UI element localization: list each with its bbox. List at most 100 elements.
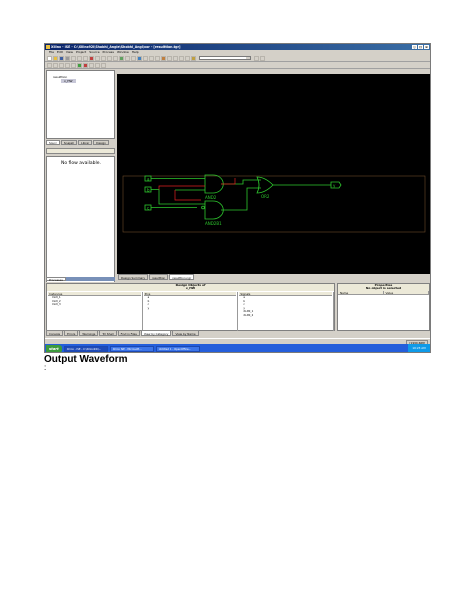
cut-icon[interactable] <box>71 55 76 61</box>
tab-resulttion[interactable]: resulttion <box>149 274 169 280</box>
back-icon[interactable] <box>47 62 52 68</box>
save-icon[interactable] <box>59 55 64 61</box>
symbol-icon[interactable] <box>155 55 160 61</box>
tab-resulttion-ngr[interactable]: resulttion.ngr <box>169 274 195 280</box>
tree-item-child[interactable]: x_HW <box>61 79 76 83</box>
tab-console[interactable]: Console <box>46 330 64 336</box>
caption-colon: : <box>44 363 47 372</box>
minimize-button[interactable]: _ <box>412 45 417 49</box>
status-bar: [1990,668] <box>45 338 430 346</box>
secondary-toolbar <box>45 62 430 69</box>
main-toolbar <box>45 55 430 62</box>
taskbar-item-openoffice[interactable]: Untitled 1 - OpenOffice... <box>155 345 200 352</box>
port-icon[interactable] <box>161 55 166 61</box>
gate-label-and2: AND2 <box>205 195 217 200</box>
schematic-canvas[interactable]: a b c y AND2 OR2 AND2B1 <box>117 74 430 274</box>
gate-label-or2: OR2 <box>261 194 270 199</box>
line-icon[interactable] <box>173 55 178 61</box>
design-objects-title: Design Objects of x_HW <box>47 283 334 291</box>
name-column-header: Name <box>338 291 384 295</box>
properties-panel: Properties No object is selected Name Va… <box>337 283 430 331</box>
start-button[interactable]: start <box>46 344 62 352</box>
stop-icon[interactable] <box>83 62 88 68</box>
window-title: Xilinx - ISE - C:\Xilinx92i\Shobhi_Angle… <box>51 45 181 49</box>
pause-icon[interactable] <box>95 62 100 68</box>
zoom-out-icon[interactable] <box>113 55 118 61</box>
bottom-panel: Design Objects of x_HW Instances XLXI_1 … <box>46 282 430 334</box>
tab-design-summary[interactable]: Design Summary <box>118 274 149 280</box>
text-icon[interactable] <box>167 55 172 61</box>
tab-design[interactable]: Design <box>93 140 109 145</box>
about-icon[interactable] <box>260 55 265 61</box>
copy-icon[interactable] <box>77 55 82 61</box>
tab-warnings[interactable]: Warnings <box>79 330 99 336</box>
schematic-diagram: a b c y AND2 OR2 AND2B1 <box>122 174 426 233</box>
redo-icon[interactable] <box>95 55 100 61</box>
or2-gate <box>256 176 274 194</box>
tab-snapshots[interactable]: Snapsh <box>60 140 78 145</box>
arc-icon[interactable] <box>185 55 190 61</box>
step-icon[interactable] <box>59 62 64 68</box>
key-icon[interactable] <box>191 55 196 61</box>
properties-columns: Name Value <box>338 291 429 295</box>
undo-icon[interactable] <box>89 55 94 61</box>
maximize-button[interactable]: □ <box>418 45 423 49</box>
bus-icon[interactable] <box>143 55 148 61</box>
add-icon[interactable] <box>65 62 70 68</box>
window-controls: _ □ × <box>412 45 429 49</box>
tab-processes[interactable]: Processes <box>46 277 66 282</box>
wire-icon[interactable] <box>137 55 142 61</box>
run-icon[interactable] <box>89 62 94 68</box>
tab-view-by-name[interactable]: View by Name <box>172 330 199 336</box>
console-tabs: Console Errors Warnings Tcl Shell Find i… <box>46 330 430 337</box>
app-icon <box>46 45 50 49</box>
taskbar-item-xilinx-doc[interactable]: Xilinx ISE - Microsoft... <box>109 345 154 352</box>
processes-header <box>46 148 115 154</box>
tab-view-by-category[interactable]: View by Category <box>140 330 172 336</box>
grid-icon[interactable] <box>125 55 130 61</box>
gate-wires <box>221 179 261 211</box>
tab-tcl-shell[interactable]: Tcl Shell <box>99 330 117 336</box>
rect-icon[interactable] <box>179 55 184 61</box>
tab-errors[interactable]: Errors <box>64 330 79 336</box>
check-icon[interactable] <box>101 62 106 68</box>
remove-icon[interactable] <box>71 62 76 68</box>
search-combo[interactable] <box>199 55 251 61</box>
processes-panel: No flow available. <box>46 156 115 296</box>
forward-icon[interactable] <box>53 62 58 68</box>
taskbar-item-ise[interactable]: Xilinx - ISE - C:\Xilinx92i\... <box>63 345 108 352</box>
ise-screenshot: Xilinx - ISE - C:\Xilinx92i\Shobhi_Angle… <box>44 43 431 353</box>
left-pane: resulttion x_HW Sourc Snapsh Librar Desi… <box>46 70 115 296</box>
net-icon[interactable] <box>149 55 154 61</box>
processes-tab-bar: Processes <box>46 277 115 282</box>
zoom-in-icon[interactable] <box>107 55 112 61</box>
list-item[interactable]: y <box>144 307 237 311</box>
print-icon[interactable] <box>65 55 70 61</box>
design-objects-columns: Instances XLXI_1 XLXI_2 XLXI_3 Pins a b … <box>47 292 335 331</box>
list-item[interactable]: XLXN_2 <box>239 314 332 318</box>
zoom-fit-icon[interactable] <box>119 55 124 61</box>
pins-column: Pins a b c y <box>143 292 239 331</box>
taskbar: start Xilinx - ISE - C:\Xilinx92i\... Xi… <box>45 344 430 352</box>
tab-libraries[interactable]: Librar <box>78 140 93 145</box>
highlight-wire-2 <box>174 190 201 201</box>
inverter-bubble <box>201 205 205 210</box>
input-wires <box>151 178 205 208</box>
list-item[interactable]: XLXI_3 <box>48 303 141 307</box>
paste-icon[interactable] <box>83 55 88 61</box>
open-icon[interactable] <box>53 55 58 61</box>
find-icon[interactable] <box>101 55 106 61</box>
tab-find-in-files[interactable]: Find in Files <box>117 330 140 336</box>
output-label-y: y <box>333 183 336 188</box>
document-tabs: Design Summary resulttion resulttion.ngr <box>117 274 430 281</box>
page-caption: Output Waveform <box>44 354 128 365</box>
properties-title: Properties No object is selected <box>338 283 429 291</box>
tab-sources[interactable]: Sourc <box>46 140 60 145</box>
select-icon[interactable] <box>131 55 136 61</box>
refresh-icon[interactable] <box>77 62 82 68</box>
close-button[interactable]: × <box>424 45 429 49</box>
new-icon[interactable] <box>47 55 52 61</box>
help-icon[interactable] <box>254 55 259 61</box>
and2b1-gate <box>204 200 224 220</box>
no-flow-message: No flow available. <box>61 161 101 166</box>
